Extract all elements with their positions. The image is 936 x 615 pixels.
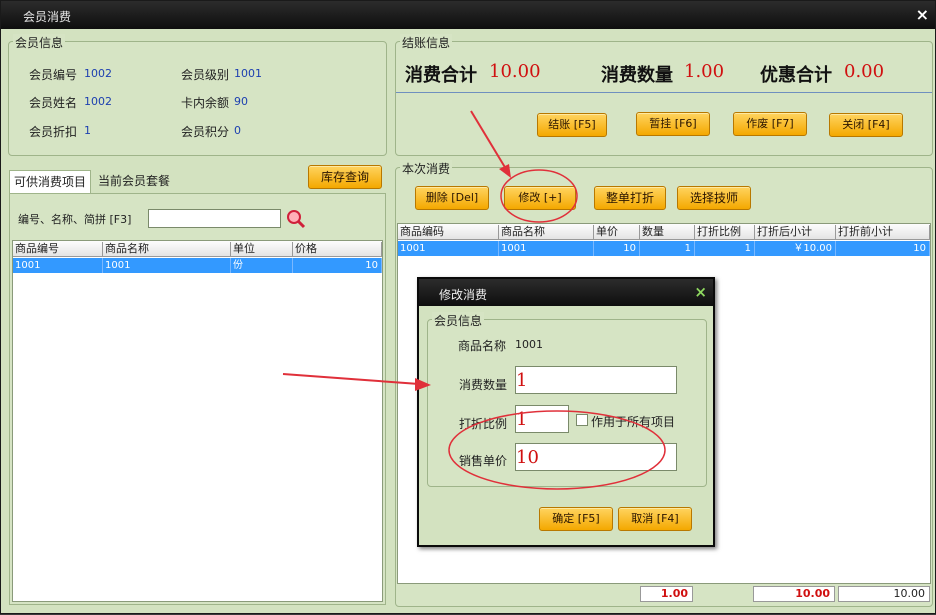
member-info-title: 会员信息 xyxy=(13,34,66,51)
discount-total-value: 0.00 xyxy=(844,61,885,82)
price-label: 销售单价 xyxy=(459,454,508,468)
member-level-value: 1001 xyxy=(234,67,262,80)
quantity-input[interactable] xyxy=(515,366,677,394)
stock-query-button[interactable]: 库存查询 xyxy=(308,165,382,189)
col-header: 打折后小计 xyxy=(755,225,836,240)
cell: 10 xyxy=(293,258,382,273)
close-icon[interactable]: × xyxy=(916,5,929,24)
current-consumption-title: 本次消费 xyxy=(400,160,453,177)
col-header: 打折比例 xyxy=(695,225,755,240)
cell: 1 xyxy=(640,241,695,256)
col-header: 商品名称 xyxy=(103,242,231,257)
col-header: 商品名称 xyxy=(499,225,594,240)
footer-quantity: 1.00 xyxy=(640,586,693,602)
footer-original-subtotal: 10.00 xyxy=(838,586,930,602)
delete-button[interactable]: 删除 [Del] xyxy=(415,186,489,210)
hold-button[interactable]: 暂挂 [F6] xyxy=(636,112,710,136)
card-balance-value: 90 xyxy=(234,95,248,108)
total-label: 消费合计 xyxy=(405,65,477,86)
discount-total-label: 优惠合计 xyxy=(760,65,832,86)
col-header: 单价 xyxy=(594,225,640,240)
dialog-info-group: 会员信息 商品名称 1001 消费数量 打折比例 作用于所有项目 销售单价 xyxy=(427,312,707,487)
checkout-group: 结账信息 消费合计 10.00 消费数量 1.00 优惠合计 0.00 结账 [… xyxy=(395,34,933,156)
cell: 10 xyxy=(594,241,640,256)
discount-label: 打折比例 xyxy=(459,417,508,431)
cell: 1001 xyxy=(499,241,594,256)
checkout-title: 结账信息 xyxy=(400,34,453,51)
cell: 1 xyxy=(695,241,755,256)
card-balance-label: 卡内余额 xyxy=(181,96,230,110)
cancel-button[interactable]: 取消 [F4] xyxy=(618,507,692,531)
search-label: 编号、名称、简拼 [F3] xyxy=(18,213,132,226)
modify-consumption-dialog: 修改消费 × 会员信息 商品名称 1001 消费数量 打折比例 作用于所有项目 … xyxy=(417,277,715,547)
consumption-table-header: 商品编码 商品名称 单价 数量 打折比例 打折后小计 打折前小计 xyxy=(398,224,930,240)
member-name-value: 1002 xyxy=(84,95,112,108)
cell: 1001 xyxy=(103,258,231,273)
member-discount-value: 1 xyxy=(84,124,91,137)
cell: ￥10.00 xyxy=(755,241,836,256)
void-button[interactable]: 作废 [F7] xyxy=(733,112,807,136)
member-info-group: 会员信息 会员编号 1002 会员级别 1001 会员姓名 1002 卡内余额 … xyxy=(8,34,387,156)
quantity-label: 消费数量 xyxy=(459,378,508,392)
modify-button[interactable]: 修改 [+] xyxy=(504,186,576,210)
cell: 份 xyxy=(231,258,293,273)
cell: 1001 xyxy=(13,258,103,273)
apply-all-checkbox[interactable] xyxy=(576,414,588,426)
table-row[interactable]: 1001 1001 份 10 xyxy=(13,258,382,273)
footer-discounted-subtotal: 10.00 xyxy=(753,586,835,602)
tab-available-items[interactable]: 可供消费项目 xyxy=(9,170,92,194)
table-row[interactable]: 1001 1001 10 1 1 ￥10.00 10 xyxy=(398,241,930,256)
divider xyxy=(396,92,932,93)
member-name-label: 会员姓名 xyxy=(29,96,78,110)
dialog-group-title: 会员信息 xyxy=(432,312,485,329)
member-id-label: 会员编号 xyxy=(29,68,78,82)
close-button[interactable]: 关闭 [F4] xyxy=(829,113,903,137)
member-points-label: 会员积分 xyxy=(181,125,230,139)
member-level-label: 会员级别 xyxy=(181,68,230,82)
quantity-label: 消费数量 xyxy=(601,65,673,86)
product-search-input[interactable] xyxy=(148,209,281,228)
col-header: 商品编码 xyxy=(398,225,499,240)
total-value: 10.00 xyxy=(489,61,541,82)
cell: 10 xyxy=(836,241,930,256)
discount-input[interactable] xyxy=(515,405,569,433)
search-icon[interactable] xyxy=(285,208,307,233)
dialog-title: 修改消费 xyxy=(439,288,488,302)
product-panel: 编号、名称、简拼 [F3] 商品编号 商品名称 单位 价格 1001 1001 … xyxy=(9,193,386,605)
product-table-header: 商品编号 商品名称 单位 价格 xyxy=(13,241,382,257)
close-icon[interactable]: × xyxy=(694,283,707,301)
member-points-value: 0 xyxy=(234,124,241,137)
window-title: 会员消费 xyxy=(23,10,72,24)
confirm-button[interactable]: 确定 [F5] xyxy=(539,507,613,531)
price-input[interactable] xyxy=(515,443,677,471)
col-header: 数量 xyxy=(640,225,695,240)
apply-all-label: 作用于所有项目 xyxy=(591,415,676,429)
col-header: 打折前小计 xyxy=(836,225,930,240)
product-table: 商品编号 商品名称 单位 价格 1001 1001 份 10 xyxy=(12,240,383,602)
tab-member-packages[interactable]: 当前会员套餐 xyxy=(94,170,174,194)
title-bar: 会员消费 × xyxy=(1,1,935,29)
col-header: 商品编号 xyxy=(13,242,103,257)
product-name-label: 商品名称 xyxy=(458,339,507,353)
checkout-button[interactable]: 结账 [F5] xyxy=(537,113,607,137)
member-id-value: 1002 xyxy=(84,67,112,80)
cell: 1001 xyxy=(398,241,499,256)
product-name-value: 1001 xyxy=(515,338,543,351)
quantity-value: 1.00 xyxy=(684,61,725,82)
main-window: 会员消费 × 会员信息 会员编号 1002 会员级别 1001 会员姓名 100… xyxy=(0,0,936,614)
dialog-title-bar: 修改消费 × xyxy=(419,279,713,306)
member-discount-label: 会员折扣 xyxy=(29,125,78,139)
col-header: 单位 xyxy=(231,242,293,257)
col-header: 价格 xyxy=(293,242,382,257)
whole-order-discount-button[interactable]: 整单打折 xyxy=(594,186,666,210)
select-technician-button[interactable]: 选择技师 xyxy=(677,186,751,210)
